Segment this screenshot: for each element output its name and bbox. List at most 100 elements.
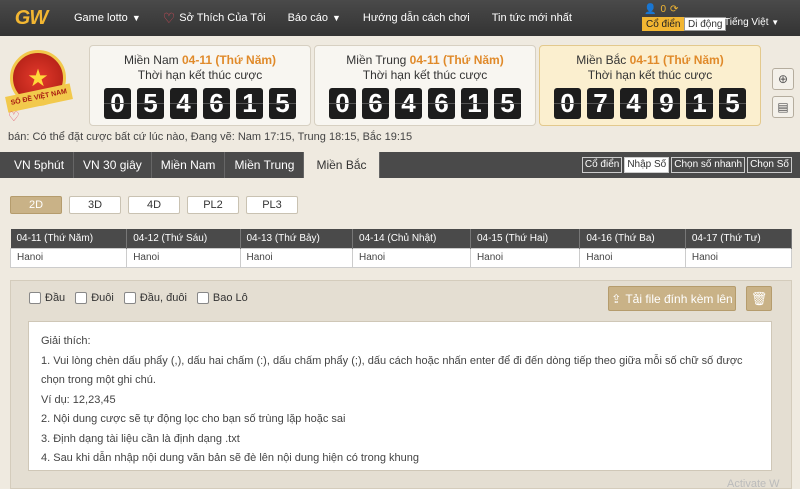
input-mode-quick-pick[interactable]: Chọn số nhanh — [671, 157, 746, 173]
checkbox-dau-duoi[interactable]: Đầu, đuôi — [123, 292, 187, 304]
nav-favorites[interactable]: ♡ Sở Thích Của Tôi — [163, 10, 266, 27]
region-title: Miền Trung 04-11 (Thứ Năm) — [315, 53, 535, 67]
help-line: Ví dụ: 12,23,45 — [41, 393, 116, 406]
countdown-digits: 0 6 4 6 1 5 — [315, 88, 535, 119]
table-cell[interactable]: Hanoi — [579, 247, 686, 268]
checkbox-box[interactable] — [123, 292, 136, 304]
table-cell[interactable]: Hanoi — [684, 247, 793, 268]
heart-icon: ♡ — [162, 9, 176, 26]
column-header[interactable]: 04-16 (Thứ Ba) — [579, 229, 686, 248]
nav-guide[interactable]: Hướng dẫn cách chơi — [363, 12, 470, 24]
globe-icon[interactable]: ⊕ — [772, 68, 794, 90]
column-header[interactable]: 04-13 (Thứ Bảy) — [240, 229, 354, 248]
region-subtitle: Thời hạn kết thúc cược — [137, 68, 263, 82]
help-line: 1. Vui lòng chèn dấu phẩy (,), dấu hai c… — [41, 354, 743, 387]
chevron-down-icon: ▼ — [331, 13, 341, 23]
countdown-banner: ★ SỔ ĐỀ VIỆT NAM ♡ Miền Nam 04-11 (Thứ N… — [0, 36, 800, 148]
countdown-digit: 1 — [461, 88, 488, 119]
countdown-digit: 4 — [170, 88, 197, 119]
column-header[interactable]: 04-12 (Thứ Sáu) — [126, 229, 241, 248]
input-mode-pick-numbers[interactable]: Chọn Số — [747, 157, 792, 173]
nav-game-lotto-label: Game lotto — [74, 12, 128, 24]
countdown-digit: 6 — [362, 88, 389, 119]
table-cell[interactable]: Hanoi — [126, 247, 241, 268]
countdown-digit: 5 — [719, 88, 746, 119]
upload-file-button[interactable]: ⇪ Tải file đính kèm lên — [608, 286, 736, 311]
input-mode-classic[interactable]: Cổ điển — [581, 157, 623, 173]
region-mien-bac[interactable]: Miền Bắc 04-11 (Thứ Năm) Thời hạn kết th… — [539, 45, 761, 126]
nav-guide-label: Hướng dẫn cách chơi — [362, 12, 470, 24]
region-name: Miền Trung — [346, 53, 407, 67]
nav-game-lotto[interactable]: Game lotto ▼ — [74, 12, 141, 24]
column-header[interactable]: 04-14 (Chủ Nhật) — [352, 229, 471, 248]
game-type-3d[interactable]: 3D — [69, 196, 121, 214]
column-header[interactable]: 04-15 (Thứ Hai) — [470, 229, 581, 248]
checkbox-box[interactable] — [29, 292, 41, 304]
balance: 👤 0 ⟳ — [644, 4, 678, 15]
mode-classic-button[interactable]: Cổ điển — [642, 17, 685, 31]
region-title: Miền Nam 04-11 (Thứ Năm) — [90, 53, 310, 67]
draw-dates-table: 04-11 (Thứ Năm) 04-12 (Thứ Sáu) 04-13 (T… — [9, 229, 793, 268]
region-mien-nam[interactable]: Miền Nam 04-11 (Thứ Năm) Thời hạn kết th… — [89, 45, 311, 126]
logo[interactable]: GW — [0, 0, 62, 36]
countdown-digit: 0 — [329, 88, 356, 119]
countdown-digit: 5 — [494, 88, 521, 119]
countdown-digit: 4 — [620, 88, 647, 119]
game-type-2d[interactable]: 2D — [10, 196, 62, 214]
checkbox-bao-lo[interactable]: Bao Lô — [196, 292, 248, 304]
table-header-row: 04-11 (Thứ Năm) 04-12 (Thứ Sáu) 04-13 (T… — [10, 229, 793, 248]
help-title: Giải thích: — [41, 335, 91, 347]
region-date: 04-11 (Thứ Năm) — [629, 53, 724, 67]
input-mode-enter-numbers[interactable]: Nhập Số — [624, 157, 670, 173]
bet-input-area[interactable]: Giải thích: 1. Vui lòng chèn dấu phẩy (,… — [28, 321, 772, 471]
region-date: 04-11 (Thứ Năm) — [181, 53, 277, 67]
region-mien-trung[interactable]: Miền Trung 04-11 (Thứ Năm) Thời hạn kết … — [314, 45, 536, 126]
favorite-heart-icon[interactable]: ♡ — [8, 109, 20, 125]
help-line: 4. Sau khi dẫn nhập nội dung văn bản sẽ … — [41, 452, 419, 464]
account-area: 👤 0 ⟳ Cổ điển Di động Tiếng Việt ▼ — [642, 2, 792, 34]
column-header[interactable]: 04-11 (Thứ Năm) — [10, 229, 128, 248]
column-header[interactable]: 04-17 (Thứ Tư) — [685, 229, 793, 248]
region-name: Miền Nam — [123, 53, 179, 67]
countdown-digit: 5 — [137, 88, 164, 119]
checkbox-dau[interactable]: Đầu — [29, 292, 65, 304]
nav-reports[interactable]: Báo cáo ▼ — [288, 12, 341, 24]
language-select[interactable]: Tiếng Việt ▼ — [724, 17, 779, 28]
table-cell[interactable]: Hanoi — [9, 247, 128, 268]
tab-mien-bac[interactable]: Miền Bắc — [304, 152, 380, 178]
table-cell[interactable]: Hanoi — [352, 247, 471, 268]
checkbox-box[interactable] — [75, 292, 88, 304]
region-title: Miền Bắc 04-11 (Thứ Năm) — [540, 53, 760, 67]
game-type-pl3[interactable]: PL3 — [246, 196, 298, 214]
betting-notice: bán: Có thể đặt cược bất cứ lúc nào, Đan… — [8, 131, 413, 143]
trash-icon[interactable]: 🗑 — [746, 286, 772, 311]
nav-news[interactable]: Tin tức mới nhất — [492, 12, 572, 24]
table-cell[interactable]: Hanoi — [239, 247, 354, 268]
tab-vn-30-giay[interactable]: VN 30 giây — [74, 152, 152, 178]
table-row: Hanoi Hanoi Hanoi Hanoi Hanoi Hanoi Hano… — [9, 247, 793, 268]
tab-vn-5phut[interactable]: VN 5phút — [0, 152, 75, 178]
countdown-digits: 0 5 4 6 1 5 — [90, 88, 310, 119]
user-icon: 👤 — [644, 4, 657, 15]
tab-mien-trung[interactable]: Miền Trung — [225, 152, 305, 178]
refresh-icon[interactable]: ⟳ — [670, 4, 678, 15]
region-tabs: VN 5phút VN 30 giây Miền Nam Miền Trung … — [0, 152, 800, 178]
tab-mien-nam[interactable]: Miền Nam — [152, 152, 226, 178]
game-type-pl2[interactable]: PL2 — [187, 196, 239, 214]
nav-reports-label: Báo cáo — [287, 12, 328, 24]
game-type-4d[interactable]: 4D — [128, 196, 180, 214]
checkbox-duoi[interactable]: Đuôi — [75, 292, 114, 304]
region-subtitle: Thời hạn kết thúc cược — [362, 68, 488, 82]
nav-favorites-label: Sở Thích Của Tôi — [179, 12, 266, 24]
region-subtitle: Thời hạn kết thúc cược — [587, 68, 713, 82]
mode-mobile-button[interactable]: Di động — [684, 17, 727, 31]
table-cell[interactable]: Hanoi — [469, 247, 581, 268]
countdown-digit: 4 — [395, 88, 422, 119]
document-icon[interactable]: ▤ — [772, 96, 794, 118]
checkbox-box[interactable] — [196, 292, 209, 304]
game-type-group: 2D 3D 4D PL2 PL3 — [10, 196, 298, 214]
checkbox-label: Đầu, đuôi — [139, 292, 187, 304]
countdown-digit: 6 — [203, 88, 230, 119]
region-name: Miền Bắc — [576, 53, 627, 67]
upload-icon: ⇪ — [611, 291, 622, 306]
